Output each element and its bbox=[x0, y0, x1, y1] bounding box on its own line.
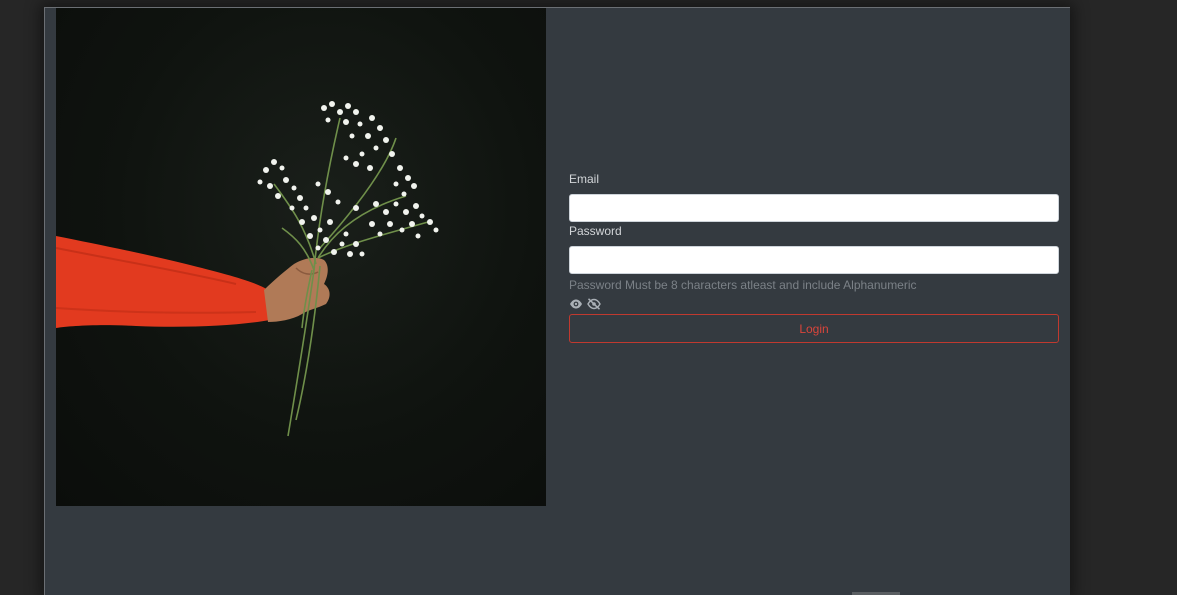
password-label: Password bbox=[569, 224, 622, 238]
email-label: Email bbox=[569, 172, 600, 186]
login-button[interactable]: Login bbox=[569, 314, 1059, 343]
login-panel: Email Password Password Must be 8 charac… bbox=[44, 7, 1070, 595]
password-hint: Password Must be 8 characters atleast an… bbox=[569, 278, 917, 292]
password-field[interactable] bbox=[569, 246, 1059, 274]
hero-image bbox=[56, 8, 546, 506]
email-field[interactable] bbox=[569, 194, 1059, 222]
eye-icon[interactable] bbox=[569, 297, 583, 309]
password-visibility-toggles bbox=[569, 296, 1059, 310]
login-form: Email Password Password Must be 8 charac… bbox=[569, 172, 1059, 343]
eye-slash-icon[interactable] bbox=[586, 297, 601, 310]
